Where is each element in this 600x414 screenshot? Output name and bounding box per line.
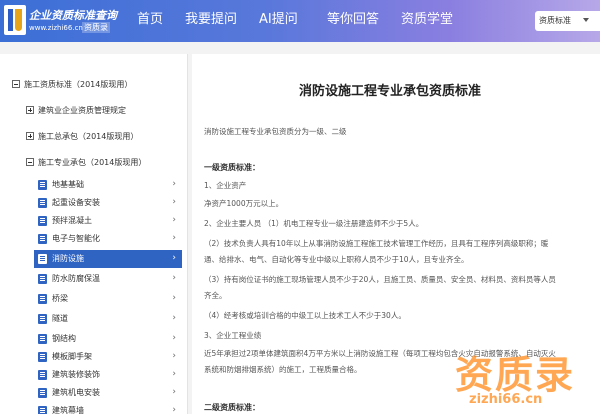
sidebar-item-formwork[interactable]: 模板脚手架 › [34, 348, 182, 366]
doc-paragraph: 齐全。 [204, 291, 227, 300]
doc-paragraph: （2）技术负责人具有10年以上从事消防设施工程施工技术管理工作经历，且具有工程序… [204, 239, 549, 248]
sidebar-item-label: 预拌混凝土 [52, 216, 92, 225]
nav-home[interactable]: 首页 [125, 0, 175, 42]
document-icon [38, 274, 47, 284]
document-icon [38, 352, 47, 362]
doc-paragraph: 3、企业工程业绩 [204, 331, 262, 340]
document-icon [38, 254, 47, 264]
chevron-right-icon: › [172, 197, 176, 207]
nav-ask[interactable]: 我要提问 [175, 0, 251, 42]
sidebar-item-mep[interactable]: 建筑机电安装 › [34, 384, 182, 402]
sidebar-item-label: 起重设备安装 [52, 198, 100, 207]
logo-title: 企业资质标准查询 [29, 9, 117, 22]
document-icon [38, 370, 47, 380]
document-icon [38, 314, 47, 324]
chevron-right-icon: › [172, 333, 176, 343]
page-title: 消防设施工程专业承包资质标准 [298, 84, 481, 99]
doc-paragraph: （3）持有岗位证书的施工现场管理人员不少于20人，且施工员、质量员、安全员、材料… [204, 275, 556, 284]
chevron-right-icon: › [172, 233, 176, 243]
sidebar-item-label: 模板脚手架 [52, 352, 92, 361]
document-icon [38, 294, 47, 304]
nav-school[interactable]: 资质学堂 [391, 0, 467, 42]
logo-url: www.zizhi66.cn [29, 24, 83, 32]
watermark-brand: 资质录 [455, 353, 576, 397]
chevron-right-icon: › [172, 293, 176, 303]
chevron-right-icon: › [172, 369, 176, 379]
tree-group-label: 施工总承包（2014版现用） [38, 132, 139, 141]
doc-paragraph: （4）经考核或培训合格的中级工以上技术工人不少于30人。 [204, 311, 406, 320]
document-icon [38, 334, 47, 344]
sidebar-item-waterproof[interactable]: 防水防腐保温 › [34, 270, 182, 288]
sidebar-item-label: 防水防腐保温 [52, 274, 100, 283]
search-type-label: 资质标准 [539, 16, 571, 25]
document-icon [38, 388, 47, 398]
sidebar-item-label: 地基基础 [52, 180, 84, 189]
sidebar-item-bridge[interactable]: 桥梁 › [34, 290, 182, 308]
doc-paragraph: 通、给排水、电气、自动化等专业中级以上职称人员不少于10人，且专业齐全。 [204, 255, 469, 264]
chevron-right-icon: › [172, 215, 176, 225]
tree-group-label: 施工专业承包（2014版现用） [38, 158, 147, 167]
sidebar-item-label: 建筑幕墙 [52, 406, 84, 414]
search-type-select[interactable]: 资质标准 [535, 11, 600, 31]
sidebar-item-electronics[interactable]: 电子与智能化 › [34, 230, 182, 248]
watermark-url: zizhi66.cn [469, 392, 543, 407]
document-icon [38, 406, 47, 414]
nav-ai-ask[interactable]: AI提问 [251, 0, 315, 42]
sidebar-item-label: 钢结构 [52, 334, 76, 343]
sidebar-item-decoration[interactable]: 建筑装修装饰 › [34, 366, 182, 384]
document-icon [38, 234, 47, 244]
sidebar-item-foundation[interactable]: 地基基础 › [34, 176, 182, 194]
doc-paragraph: 1、企业资产 [204, 181, 247, 190]
chevron-right-icon: › [172, 179, 176, 189]
section-heading-level1: 一级资质标准： [204, 163, 260, 172]
collapse-icon[interactable] [12, 80, 20, 88]
sidebar-item-lifting[interactable]: 起重设备安装 › [34, 194, 182, 212]
section-heading-level2: 二级资质标准： [204, 403, 260, 412]
doc-intro: 消防设施工程专业承包资质分为一级、二级 [204, 127, 347, 136]
main-nav: 首页 我要提问 AI提问 等你回答 资质学堂 [125, 0, 467, 42]
top-header: 企业资质标准查询 www.zizhi66.cn 资质录 首页 我要提问 AI提问… [0, 0, 600, 42]
chevron-right-icon: › [172, 387, 176, 397]
sidebar-item-tunnel[interactable]: 隧道 › [34, 310, 182, 328]
sidebar-item-label: 隧道 [52, 314, 68, 323]
tree-group-label: 建筑业企业资质管理规定 [38, 106, 126, 115]
doc-paragraph: 2、企业主要人员 （1）机电工程专业一级注册建造师不少于5人。 [204, 219, 424, 228]
sidebar-item-label: 桥梁 [52, 294, 68, 303]
sidebar-item-label: 电子与智能化 [52, 234, 100, 243]
chevron-right-icon: › [172, 405, 176, 414]
logo-brand: 资质录 [82, 22, 110, 33]
chevron-right-icon: › [172, 273, 176, 283]
site-logo[interactable]: 企业资质标准查询 www.zizhi66.cn 资质录 [4, 3, 117, 39]
expand-icon[interactable] [26, 106, 34, 114]
expand-icon[interactable] [26, 132, 34, 140]
chevron-right-icon: › [172, 313, 176, 323]
nav-answer[interactable]: 等你回答 [315, 0, 391, 42]
tree-root-label: 施工资质标准（2014版现用） [24, 80, 133, 89]
watermark: 资质录 zizhi66.cn [455, 344, 595, 412]
sidebar-item-concrete[interactable]: 预拌混凝土 › [34, 212, 182, 230]
sidebar-item-steel[interactable]: 钢结构 › [34, 330, 182, 348]
sidebar-item-label: 消防设施 [52, 254, 84, 263]
document-icon [38, 216, 47, 226]
sidebar-item-fire[interactable]: 消防设施 › [34, 250, 182, 268]
doc-paragraph: 系统和防烟排烟系统）的施工，工程质量合格。 [204, 365, 362, 374]
chevron-down-icon [583, 18, 589, 22]
doc-paragraph: 净资产1000万元以上。 [204, 199, 284, 208]
sidebar-item-curtain-wall[interactable]: 建筑幕墙 › [34, 402, 182, 414]
document-icon [38, 180, 47, 190]
chevron-right-icon: › [172, 351, 176, 361]
logo-mark-icon [4, 5, 26, 35]
sidebar-item-label: 建筑机电安装 [52, 388, 100, 397]
collapse-icon[interactable] [26, 158, 34, 166]
document-icon [38, 198, 47, 208]
sidebar-tree: 施工资质标准（2014版现用） 建筑业企业资质管理规定 施工总承包（2014版现… [0, 54, 188, 414]
sidebar-item-label: 建筑装修装饰 [52, 370, 100, 379]
chevron-right-icon: › [172, 253, 176, 263]
